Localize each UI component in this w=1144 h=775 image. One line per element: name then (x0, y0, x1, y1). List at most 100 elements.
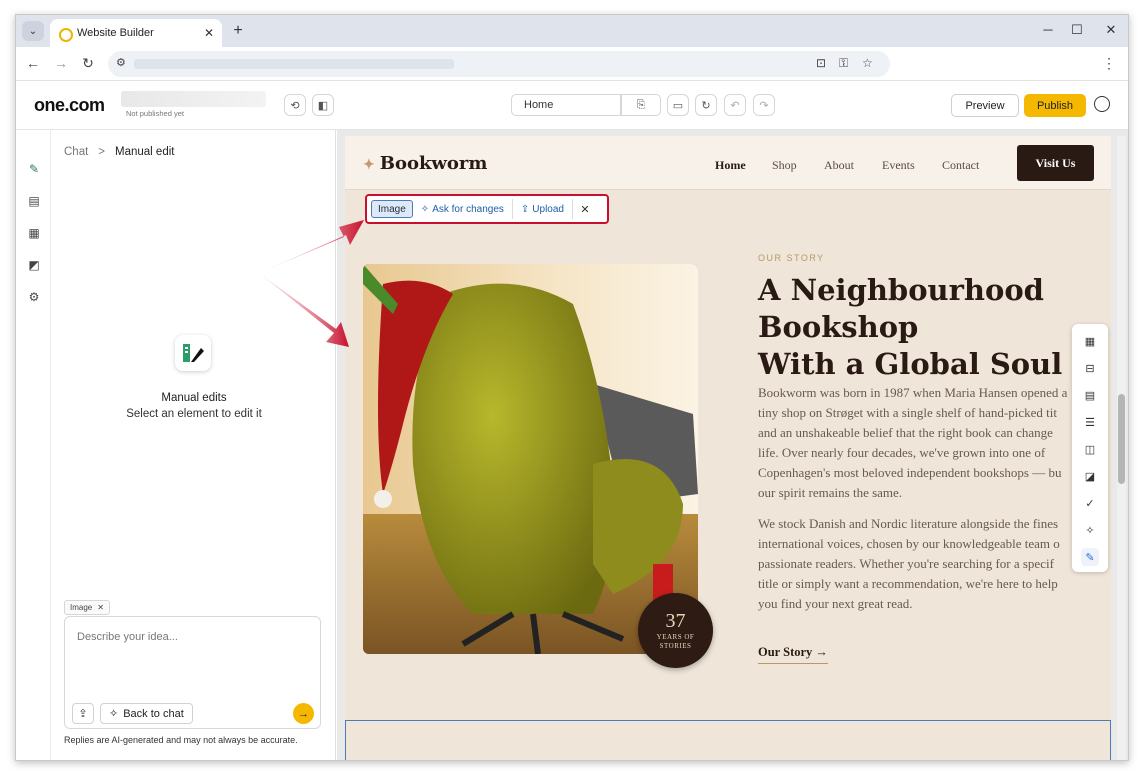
sparkle-icon[interactable]: ✧ (1081, 521, 1099, 539)
ask-label: Ask for changes (432, 203, 504, 215)
ask-for-changes-button[interactable]: ✧ Ask for changes (415, 199, 510, 219)
next-section-outline[interactable] (345, 720, 1111, 760)
minimize-button[interactable]: ─ (1038, 22, 1058, 37)
back-to-chat-button[interactable]: ✧ Back to chat (100, 703, 193, 724)
manual-edits-icon (175, 335, 211, 371)
site-brand[interactable]: ✦ Bookworm (363, 153, 487, 174)
breadcrumb: Chat > Manual edit (64, 146, 174, 158)
tab-search-button[interactable]: ⌄ (22, 21, 44, 41)
empty-state-subtitle: Select an element to edit it (126, 408, 262, 420)
send-button[interactable]: → (293, 703, 314, 724)
site-nav-contact[interactable]: Contact (942, 158, 979, 173)
empty-state-title: Manual edits (161, 392, 227, 404)
scroll-thumb[interactable] (1118, 394, 1125, 484)
breadcrumb-current: Manual edit (115, 146, 175, 158)
refresh-preview-icon[interactable]: ↻ (695, 94, 717, 116)
upload-icon[interactable]: ⇪ (72, 703, 94, 724)
site-nav-home[interactable]: Home (715, 158, 746, 173)
undo-icon[interactable]: ↶ (724, 94, 746, 116)
preview-button[interactable]: Preview (951, 94, 1019, 117)
edit-panel: Chat > Manual edit Manual edits Select a… (52, 130, 336, 760)
section-eyebrow[interactable]: OUR STORY (758, 253, 825, 263)
prompt-composer[interactable]: Describe your idea... ⇪ ✧ Back to chat → (64, 616, 321, 729)
layout-icon[interactable]: ▦ (1081, 332, 1099, 350)
one-com-logo[interactable]: one.com (34, 95, 105, 116)
check-circle-icon[interactable]: ✓ (1081, 494, 1099, 512)
site-header[interactable]: ✦ Bookworm Home Shop About Events Contact… (345, 136, 1111, 190)
page-selector[interactable]: Home (511, 94, 621, 116)
paragraph-line: Copenhagen's most beloved independent bo… (758, 465, 1062, 480)
site-nav-events[interactable]: Events (882, 158, 915, 173)
analytics-icon[interactable]: ◩ (25, 256, 43, 274)
bookmark-star-icon[interactable]: ☆ (862, 56, 873, 70)
site-info-icon[interactable]: ⚙ (116, 56, 126, 69)
address-bar[interactable]: ⚙ ⊡ ⚿ ☆ (108, 51, 890, 77)
account-icon[interactable] (1094, 96, 1110, 112)
store-icon[interactable]: ▤ (25, 192, 43, 210)
upload-button[interactable]: ⇪ Upload (515, 199, 570, 219)
prompt-input[interactable]: Describe your idea... (77, 631, 178, 643)
desktop-view-icon[interactable]: ▭ (667, 94, 689, 116)
chip-close-icon[interactable]: ✕ (97, 603, 104, 612)
publish-button[interactable]: Publish (1024, 94, 1086, 117)
visit-us-button[interactable]: Visit Us (1017, 145, 1094, 181)
story-paragraph-1[interactable]: Bookworm was born in 1987 when Maria Han… (758, 383, 1076, 503)
calendar-icon[interactable]: ▦ (25, 224, 43, 242)
profile-icon[interactable]: ◪ (1081, 467, 1099, 485)
new-tab-button[interactable]: + (229, 22, 247, 40)
browser-window: ⌄ Website Builder ✕ + ─ ☐ ✕ ← → ↻ ⚙ ⊡ ⚿ … (15, 14, 1129, 761)
element-type-badge[interactable]: Image (371, 200, 413, 218)
left-rail: ✎ ▤ ▦ ◩ ⚙ (16, 130, 51, 760)
story-paragraph-2[interactable]: We stock Danish and Nordic literature al… (758, 514, 1076, 614)
tab-strip: ⌄ Website Builder ✕ + ─ ☐ ✕ (16, 15, 1128, 47)
url-blurred (134, 59, 454, 69)
briefcase-icon[interactable]: ⊟ (1081, 359, 1099, 377)
favicon-icon (58, 27, 73, 42)
site-preview: ✦ Bookworm Home Shop About Events Contact… (345, 136, 1111, 760)
our-story-link[interactable]: Our Story → (758, 645, 828, 664)
browser-toolbar: ← → ↻ ⚙ ⊡ ⚿ ☆ ⋮ (16, 47, 1128, 81)
badge-label-1: YEARS OF (656, 632, 695, 641)
store-icon[interactable]: ▤ (1081, 386, 1099, 404)
site-nav-about[interactable]: About (824, 158, 854, 173)
browser-menu-icon[interactable]: ⋮ (1102, 55, 1116, 72)
tab-close-icon[interactable]: ✕ (204, 26, 214, 40)
toggle-sidebar-icon[interactable]: ◧ (312, 94, 334, 116)
armchair-photo (363, 264, 698, 654)
browser-tab[interactable]: Website Builder ✕ (50, 19, 222, 47)
password-key-icon[interactable]: ⚿ (839, 56, 848, 71)
manual-edit-icon[interactable]: ✎ (25, 160, 43, 178)
divider (511, 199, 513, 219)
badge-label-2: STORIES (659, 641, 692, 650)
section-headline[interactable]: A Neighbourhood Bookshop With a Global S… (758, 272, 1098, 383)
reload-icon[interactable]: ↻ (79, 55, 97, 72)
tab-title: Website Builder (77, 27, 154, 39)
paragraph-line: you find your next great read. (758, 596, 913, 611)
app-header: one.com Not published yet ⟲ ◧ Home ⎘ ▭ ↻… (16, 81, 1128, 130)
breadcrumb-chat[interactable]: Chat (64, 146, 88, 158)
forward-icon[interactable]: → (52, 55, 70, 71)
text-block-icon[interactable]: ☰ (1081, 413, 1099, 431)
years-badge[interactable]: 37 YEARS OF STORIES (638, 593, 713, 668)
maximize-button[interactable]: ☐ (1067, 22, 1087, 38)
install-app-icon[interactable]: ⊡ (816, 56, 826, 70)
back-icon[interactable]: ← (24, 55, 42, 71)
upload-icon: ⇪ (520, 203, 530, 215)
close-window-button[interactable]: ✕ (1101, 22, 1121, 38)
paragraph-line: our spirit remains the same. (758, 485, 903, 500)
gallery-icon[interactable]: ◫ (1081, 440, 1099, 458)
settings-icon[interactable]: ⚙ (25, 288, 43, 306)
page-settings-icon[interactable]: ⎘ (621, 94, 661, 116)
divider (572, 199, 573, 219)
section-tools: ▦ ⊟ ▤ ☰ ◫ ◪ ✓ ✧ ✎ (1072, 324, 1108, 572)
history-icon[interactable]: ⟲ (284, 94, 306, 116)
paragraph-line: title or simply want a recommendation, w… (758, 576, 1058, 591)
pencil-icon[interactable]: ✎ (1081, 548, 1099, 566)
close-toolbar-icon[interactable]: ✕ (575, 203, 595, 216)
canvas-scrollbar[interactable] (1117, 136, 1126, 760)
redo-icon[interactable]: ↷ (753, 94, 775, 116)
hero-image[interactable] (363, 264, 698, 654)
upload-label: Upload (532, 203, 564, 215)
sparkle-icon: ✧ (420, 203, 430, 215)
site-nav-shop[interactable]: Shop (772, 158, 797, 173)
